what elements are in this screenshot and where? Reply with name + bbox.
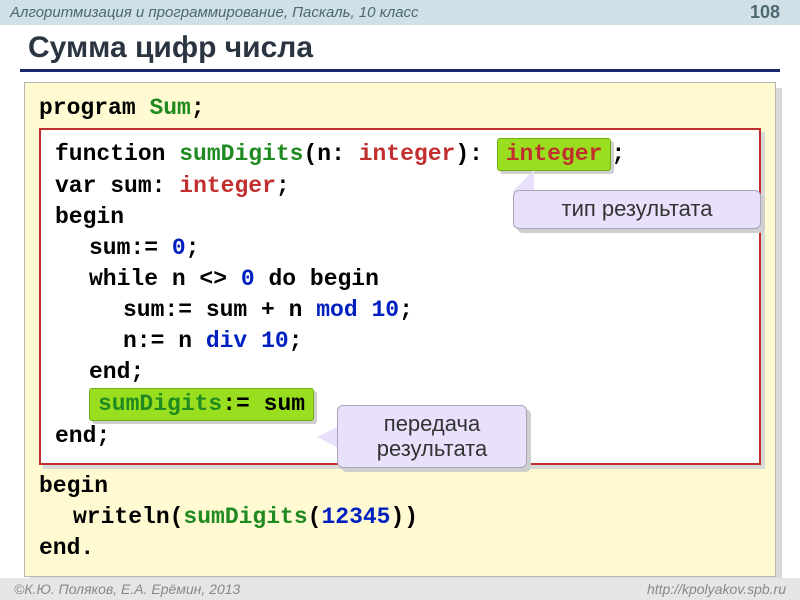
result-func-name: sumDigits bbox=[98, 391, 222, 417]
var-type: integer bbox=[179, 173, 276, 199]
footer-bar: ©К.Ю. Поляков, Е.А. Ерёмин, 2013 http://… bbox=[0, 578, 800, 600]
program-name: Sum bbox=[149, 95, 190, 121]
literal-ten: 10 bbox=[371, 297, 399, 323]
sig-open: (n: bbox=[303, 141, 344, 167]
code-line-writeln: writeln(sumDigits(12345)) bbox=[39, 502, 761, 533]
semicolon: ; bbox=[130, 359, 144, 385]
kw-begin: begin bbox=[39, 473, 108, 499]
kw-end: end bbox=[55, 423, 96, 449]
paren-open: ( bbox=[308, 504, 322, 530]
slide: Алгоритмизация и программирование, Паска… bbox=[0, 0, 800, 600]
assign-lhs: sum:= bbox=[89, 235, 158, 261]
code-line-program: program Sum; bbox=[39, 93, 761, 124]
writeln: writeln( bbox=[73, 504, 183, 530]
kw-function: function bbox=[55, 141, 165, 167]
semicolon: ; bbox=[191, 95, 205, 121]
callout-pass-result: передача результата bbox=[337, 405, 527, 468]
callout-pointer bbox=[317, 426, 339, 448]
literal-arg: 12345 bbox=[321, 504, 390, 530]
n-expr: n:= n bbox=[123, 328, 192, 354]
callout-pointer bbox=[512, 170, 534, 192]
kw-mod: mod bbox=[316, 297, 357, 323]
code-line-function: function sumDigits(n: integer): integer; bbox=[55, 138, 745, 171]
call-name: sumDigits bbox=[183, 504, 307, 530]
code-outer-block: program Sum; тип результата передача рез… bbox=[24, 82, 776, 577]
breadcrumb-bar: Алгоритмизация и программирование, Паска… bbox=[0, 0, 800, 25]
code-line-end-main: end. bbox=[39, 533, 761, 564]
func-name: sumDigits bbox=[179, 141, 303, 167]
footer-right: http://kpolyakov.spb.ru bbox=[647, 581, 786, 597]
kw-end: end bbox=[89, 359, 130, 385]
kw-var: var bbox=[55, 173, 96, 199]
code-line-init: sum:= 0; bbox=[55, 233, 745, 264]
literal-ten: 10 bbox=[261, 328, 289, 354]
while-cond: n <> bbox=[172, 266, 227, 292]
return-type-chip: integer bbox=[497, 138, 612, 171]
result-assign-rest: := sum bbox=[222, 391, 305, 417]
result-assign-chip: sumDigits:= sum bbox=[89, 388, 314, 421]
semicolon: ; bbox=[399, 297, 413, 323]
code-line-while: while n <> 0 do begin bbox=[55, 264, 745, 295]
course-title: Алгоритмизация и программирование, Паска… bbox=[10, 4, 419, 21]
kw-div: div bbox=[206, 328, 247, 354]
semicolon: ; bbox=[289, 328, 303, 354]
code-line-end-inner: end; bbox=[55, 357, 745, 388]
code-line-begin-main: begin bbox=[39, 471, 761, 502]
sig-close: ): bbox=[455, 141, 483, 167]
code-line-n-div: n:= n div 10; bbox=[55, 326, 745, 357]
page-number: 108 bbox=[750, 2, 780, 23]
semicolon: ; bbox=[611, 141, 625, 167]
title-divider bbox=[20, 69, 780, 72]
sum-expr: sum:= sum + n bbox=[123, 297, 302, 323]
semicolon: ; bbox=[186, 235, 200, 261]
code-inner-block: тип результата передача результата funct… bbox=[39, 128, 761, 464]
code-line-sum-mod: sum:= sum + n mod 10; bbox=[55, 295, 745, 326]
kw-do-begin: do begin bbox=[268, 266, 378, 292]
paren-close: )) bbox=[390, 504, 418, 530]
kw-while: while bbox=[89, 266, 158, 292]
callout-return-type: тип результата bbox=[513, 190, 761, 229]
footer-left: ©К.Ю. Поляков, Е.А. Ерёмин, 2013 bbox=[14, 581, 240, 597]
kw-program: program bbox=[39, 95, 136, 121]
kw-begin: begin bbox=[55, 204, 124, 230]
var-name: sum: bbox=[110, 173, 165, 199]
semicolon: ; bbox=[96, 423, 110, 449]
semicolon: ; bbox=[276, 173, 290, 199]
kw-end-dot: end. bbox=[39, 535, 94, 561]
page-title: Сумма цифр числа bbox=[28, 31, 800, 65]
literal-zero: 0 bbox=[172, 235, 186, 261]
literal-zero: 0 bbox=[241, 266, 255, 292]
param-type: integer bbox=[359, 141, 456, 167]
